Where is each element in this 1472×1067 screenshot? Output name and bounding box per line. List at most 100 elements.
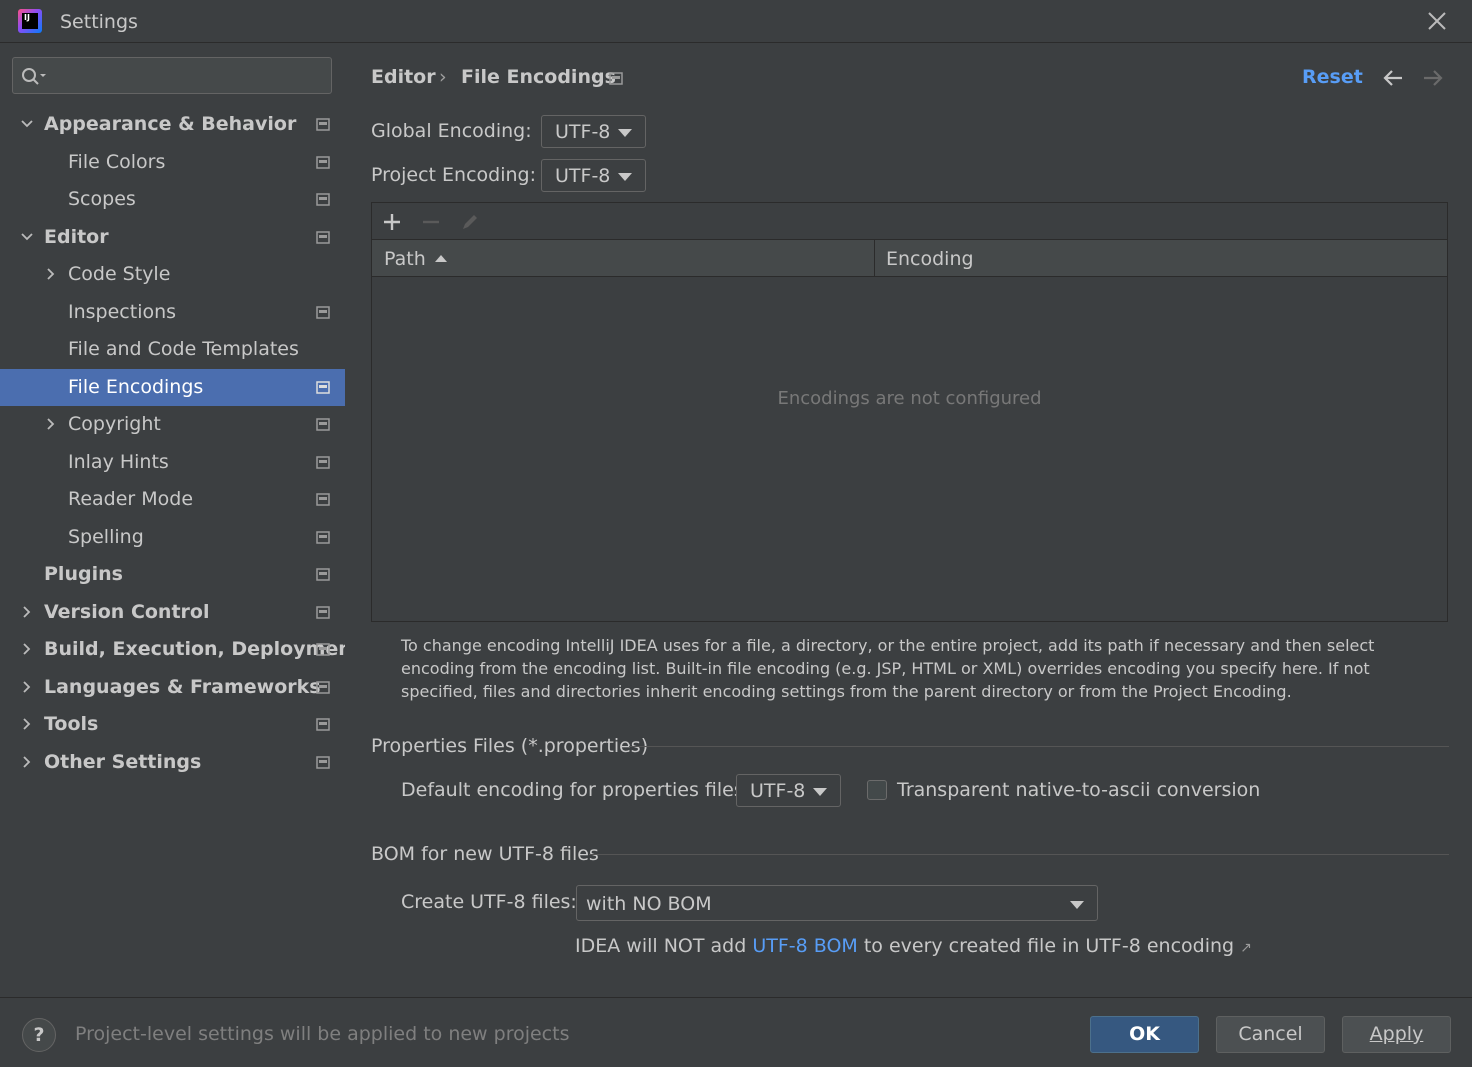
apply-button[interactable]: Apply [1342, 1016, 1451, 1053]
sidebar-item[interactable]: Inlay Hints [0, 444, 345, 481]
chevron-right-icon[interactable] [20, 755, 34, 769]
breadcrumb-parent[interactable]: Editor [371, 66, 436, 88]
chevron-down-icon [1070, 901, 1084, 909]
project-scope-icon [316, 305, 330, 319]
table-body: Encodings are not configured [372, 278, 1447, 621]
sidebar-item[interactable]: Reader Mode [0, 481, 345, 518]
cancel-button[interactable]: Cancel [1216, 1016, 1325, 1053]
properties-encoding-value: UTF-8 [750, 780, 806, 802]
sidebar-item-label: File and Code Templates [68, 338, 299, 360]
search-field[interactable] [12, 57, 332, 94]
sidebar-item-label: File Encodings [68, 375, 204, 398]
external-link-icon: ↗ [1240, 940, 1252, 956]
title-bar: IJ Settings [0, 0, 1472, 43]
native-to-ascii-checkbox[interactable] [867, 780, 887, 800]
sidebar-item[interactable]: Tools [0, 706, 345, 743]
chevron-down-icon[interactable] [20, 230, 34, 244]
sort-ascending-icon [435, 255, 447, 262]
table-toolbar [372, 203, 1447, 240]
chevron-right-icon[interactable] [20, 717, 34, 731]
reset-link[interactable]: Reset [1302, 66, 1363, 88]
chevron-right-icon[interactable] [44, 417, 58, 431]
separator [589, 854, 1449, 855]
project-encoding-label: Project Encoding: [371, 164, 537, 186]
project-encoding-combo[interactable]: UTF-8 [541, 159, 646, 192]
add-icon[interactable] [381, 211, 403, 233]
global-encoding-combo[interactable]: UTF-8 [541, 115, 646, 148]
sidebar-item-label: Inlay Hints [68, 450, 169, 473]
create-utf8-label: Create UTF-8 files: [401, 891, 577, 913]
bom-section-title: BOM for new UTF-8 files [371, 843, 599, 865]
main-panel: Editor › File Encodings Reset Global Enc… [345, 44, 1472, 996]
project-scope-icon [316, 155, 330, 169]
search-input[interactable] [51, 64, 321, 88]
sidebar-item[interactable]: Plugins [0, 556, 345, 593]
search-icon [22, 68, 46, 85]
chevron-down-icon [813, 788, 827, 796]
project-scope-icon [316, 755, 330, 769]
remove-icon[interactable] [420, 211, 442, 233]
sidebar-item-label: Other Settings [44, 750, 202, 773]
ok-button[interactable]: OK [1090, 1016, 1199, 1053]
sidebar-item-label: Version Control [44, 600, 210, 623]
column-header-encoding[interactable]: Encoding [886, 248, 974, 270]
breadcrumb-separator: › [439, 66, 447, 88]
sidebar-item-label: Code Style [68, 263, 171, 285]
help-button[interactable]: ? [22, 1018, 56, 1052]
encodings-table: Path Encoding Encodings are not configur… [371, 202, 1448, 622]
utf8-bom-link[interactable]: UTF-8 BOM [752, 935, 857, 957]
sidebar-item[interactable]: File and Code Templates [0, 331, 345, 368]
sidebar-item[interactable]: Other Settings [0, 744, 345, 781]
chevron-right-icon[interactable] [44, 267, 58, 281]
native-to-ascii-label[interactable]: Transparent native-to-ascii conversion [897, 779, 1260, 801]
chevron-right-icon[interactable] [20, 680, 34, 694]
global-encoding-value: UTF-8 [555, 121, 611, 143]
sidebar-item-label: Tools [44, 713, 99, 735]
edit-icon[interactable] [459, 211, 481, 233]
chevron-right-icon[interactable] [20, 642, 34, 656]
project-scope-icon [316, 680, 330, 694]
sidebar-item[interactable]: Code Style [0, 256, 345, 293]
sidebar-item[interactable]: File Encodings [0, 368, 345, 406]
sidebar-item-label: Editor [44, 225, 109, 248]
sidebar-item[interactable]: Version Control [0, 594, 345, 631]
sidebar-item[interactable]: Copyright [0, 406, 345, 443]
chevron-down-icon [618, 129, 632, 137]
close-icon[interactable] [1424, 8, 1450, 34]
project-encoding-value: UTF-8 [555, 165, 611, 187]
footer-note: Project-level settings will be applied t… [75, 1023, 570, 1045]
sidebar-item[interactable]: Scopes [0, 181, 345, 218]
properties-section-title: Properties Files (*.properties) [371, 735, 649, 757]
project-scope-icon [316, 568, 330, 581]
sidebar-item-label: Scopes [68, 188, 136, 210]
sidebar-item-label: Reader Mode [68, 488, 194, 510]
back-arrow-icon[interactable] [1381, 68, 1405, 88]
bom-note: IDEA will NOT add UTF-8 BOM to every cre… [575, 935, 1252, 957]
project-scope-icon [316, 193, 330, 206]
properties-encoding-combo[interactable]: UTF-8 [736, 774, 841, 807]
project-scope-icon [316, 380, 330, 394]
column-header-path[interactable]: Path [384, 248, 426, 270]
project-scope-icon [316, 230, 330, 244]
sidebar-item[interactable]: Spelling [0, 519, 345, 556]
project-scope-icon [316, 530, 330, 544]
sidebar-item[interactable]: File Colors [0, 144, 345, 181]
column-divider[interactable] [874, 240, 875, 277]
breadcrumb-current: File Encodings [461, 66, 616, 88]
window-title: Settings [60, 11, 138, 33]
sidebar-item[interactable]: Build, Execution, Deployment [0, 631, 361, 668]
sidebar-item[interactable]: Inspections [0, 294, 345, 331]
separator [629, 746, 1449, 747]
forward-arrow-icon[interactable] [1421, 68, 1445, 88]
bom-combo[interactable]: with NO BOM [576, 885, 1098, 921]
encoding-help-text: To change encoding IntelliJ IDEA uses fo… [401, 636, 1375, 701]
project-scope-icon [316, 418, 330, 431]
bom-combo-value: with NO BOM [586, 893, 712, 915]
chevron-right-icon[interactable] [20, 605, 34, 619]
sidebar-item[interactable]: Languages & Frameworks [0, 669, 345, 706]
sidebar-item[interactable]: Editor [0, 219, 345, 256]
chevron-down-icon[interactable] [20, 117, 34, 131]
sidebar-item[interactable]: Appearance & Behavior [0, 106, 345, 143]
project-scope-icon [316, 493, 330, 506]
project-scope-icon [316, 118, 330, 131]
